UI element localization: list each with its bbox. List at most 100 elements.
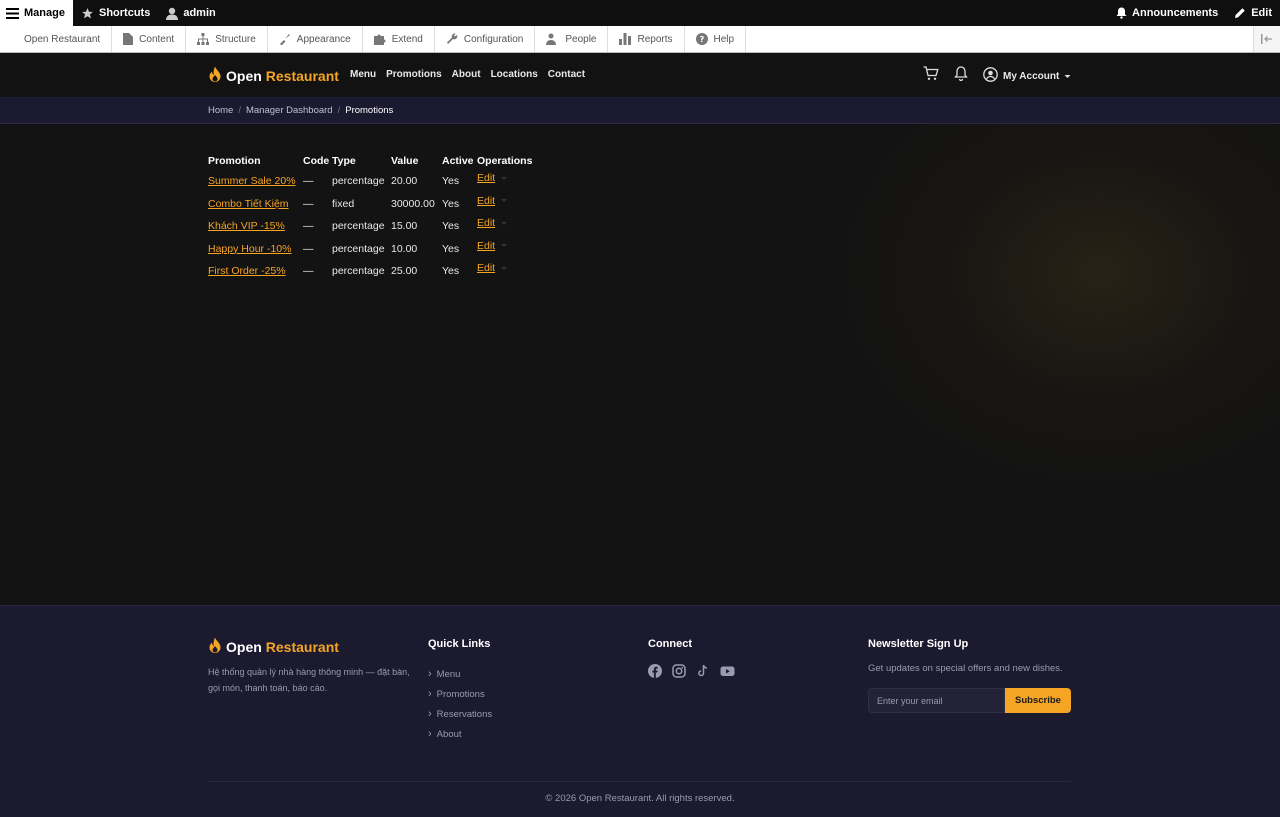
breadcrumb-band: Home / Manager Dashboard / Promotions	[0, 98, 1280, 124]
tray-item-reports[interactable]: Reports	[608, 26, 685, 52]
account-label: My Account	[1003, 70, 1060, 82]
nav-link-about[interactable]: About	[452, 69, 481, 80]
user-tab[interactable]: admin	[158, 0, 223, 26]
value-cell: 25.00	[391, 265, 418, 278]
breadcrumb-separator: /	[337, 105, 341, 116]
tray-item-structure[interactable]: Structure	[186, 26, 268, 52]
footer-brand-part1: Open	[226, 639, 262, 655]
breadcrumb-separator: /	[238, 105, 241, 116]
breadcrumb-current: Promotions	[345, 105, 394, 116]
chevron-down-icon	[1064, 71, 1071, 82]
tray-label: Open Restaurant	[24, 33, 101, 45]
shortcuts-tab[interactable]: Shortcuts	[73, 0, 158, 26]
cart-icon[interactable]	[923, 66, 939, 86]
collapse-tray-icon[interactable]	[1253, 26, 1280, 52]
value-cell: 20.00	[391, 175, 418, 188]
dropdown-caret-icon[interactable]	[501, 266, 508, 270]
site-logo[interactable]: Open Restaurant	[208, 66, 339, 86]
code-cell: —	[303, 175, 314, 188]
promotion-link[interactable]: Summer Sale 20%	[208, 175, 296, 187]
bell-icon	[1116, 7, 1127, 19]
tray-item-appearance[interactable]: Appearance	[268, 26, 363, 52]
email-input[interactable]: Enter your email	[868, 688, 1005, 713]
quick-link-about[interactable]: › About	[428, 724, 492, 744]
admin-toolbar: Manage Shortcuts admin Announcements Edi…	[0, 0, 1280, 26]
tray-item-content[interactable]: Content	[112, 26, 187, 52]
bar-chart-icon	[619, 33, 632, 45]
type-cell: percentage	[332, 242, 385, 255]
promotion-link[interactable]: First Order -25%	[208, 265, 286, 277]
column-header-promotion[interactable]: Promotion	[208, 152, 303, 170]
document-icon	[123, 33, 134, 45]
announcements-label: Announcements	[1132, 7, 1219, 19]
star-icon	[81, 7, 94, 20]
chevron-right-icon: ›	[428, 668, 432, 680]
tray-item-open-restaurant[interactable]: Open Restaurant	[0, 26, 113, 52]
active-cell: Yes	[442, 265, 460, 278]
column-header-code[interactable]: Code	[303, 152, 332, 170]
footer-divider	[208, 781, 1071, 782]
nav-link-contact[interactable]: Contact	[548, 69, 585, 80]
nav-link-promotions[interactable]: Promotions	[386, 69, 442, 80]
announcements-tab[interactable]: Announcements	[1108, 0, 1226, 26]
my-account-menu[interactable]: My Account	[983, 67, 1071, 85]
dropdown-caret-icon[interactable]	[501, 199, 508, 203]
breadcrumb-home[interactable]: Home	[208, 105, 233, 116]
chevron-right-icon: ›	[428, 688, 432, 700]
edit-tab[interactable]: Edit	[1226, 0, 1280, 26]
header-actions: My Account	[923, 66, 1071, 86]
facebook-icon[interactable]	[648, 664, 662, 683]
tiktok-icon[interactable]	[696, 664, 710, 683]
notification-bell-icon[interactable]	[954, 66, 968, 86]
edit-link[interactable]: Edit	[477, 172, 495, 184]
tray-item-configuration[interactable]: Configuration	[435, 26, 536, 52]
promotion-link[interactable]: Khách VIP -15%	[208, 220, 285, 232]
column-header-active[interactable]: Active	[442, 152, 477, 170]
user-icon	[166, 7, 179, 20]
breadcrumb: Home / Manager Dashboard / Promotions	[208, 105, 393, 116]
newsletter-title: Newsletter Sign Up	[868, 638, 969, 650]
edit-link[interactable]: Edit	[477, 262, 495, 274]
tray-item-help[interactable]: ? Help	[685, 26, 747, 52]
tray-label: Configuration	[463, 33, 524, 45]
nav-link-locations[interactable]: Locations	[491, 69, 538, 80]
tray-label: Extend	[391, 33, 423, 45]
tray-label: Reports	[637, 33, 673, 45]
type-cell: percentage	[332, 220, 385, 233]
column-header-value[interactable]: Value	[391, 152, 442, 170]
breadcrumb-manager-dashboard[interactable]: Manager Dashboard	[246, 105, 333, 116]
newsletter-description: Get updates on special offers and new di…	[868, 663, 1063, 674]
promotion-link[interactable]: Happy Hour -10%	[208, 243, 291, 255]
tray-item-extend[interactable]: Extend	[363, 26, 435, 52]
quick-link-promotions[interactable]: › Promotions	[428, 684, 492, 704]
column-header-type[interactable]: Type	[332, 152, 391, 170]
promotion-link[interactable]: Combo Tiết Kiệm	[208, 198, 289, 210]
tray-item-people[interactable]: People	[535, 26, 609, 52]
edit-link[interactable]: Edit	[477, 240, 495, 252]
dropdown-caret-icon[interactable]	[501, 176, 508, 180]
edit-link[interactable]: Edit	[477, 217, 495, 229]
code-cell: —	[303, 242, 314, 255]
manage-tab[interactable]: Manage	[0, 0, 73, 26]
instagram-icon[interactable]	[672, 664, 686, 683]
dropdown-caret-icon[interactable]	[501, 244, 508, 248]
main-nav: Menu Promotions About Locations Contact	[350, 69, 585, 80]
account-circle-icon	[983, 67, 998, 85]
nav-link-menu[interactable]: Menu	[350, 69, 376, 80]
quick-link-label: Reservations	[436, 708, 493, 720]
pencil-icon	[1234, 7, 1246, 19]
code-cell: —	[303, 220, 314, 233]
manage-label: Manage	[24, 7, 65, 19]
site-header: Open Restaurant Menu Promotions About Lo…	[0, 53, 1280, 98]
social-links	[648, 664, 735, 683]
type-cell: percentage	[332, 175, 385, 188]
footer-logo[interactable]: Open Restaurant	[208, 637, 339, 657]
edit-link[interactable]: Edit	[477, 195, 495, 207]
quick-link-menu[interactable]: › Menu	[428, 664, 492, 684]
subscribe-button[interactable]: Subscribe	[1005, 688, 1071, 713]
youtube-icon[interactable]	[720, 664, 735, 683]
dropdown-caret-icon[interactable]	[501, 221, 508, 225]
user-label: admin	[183, 7, 216, 19]
quick-link-reservations[interactable]: › Reservations	[428, 704, 492, 724]
shortcuts-label: Shortcuts	[99, 7, 151, 19]
